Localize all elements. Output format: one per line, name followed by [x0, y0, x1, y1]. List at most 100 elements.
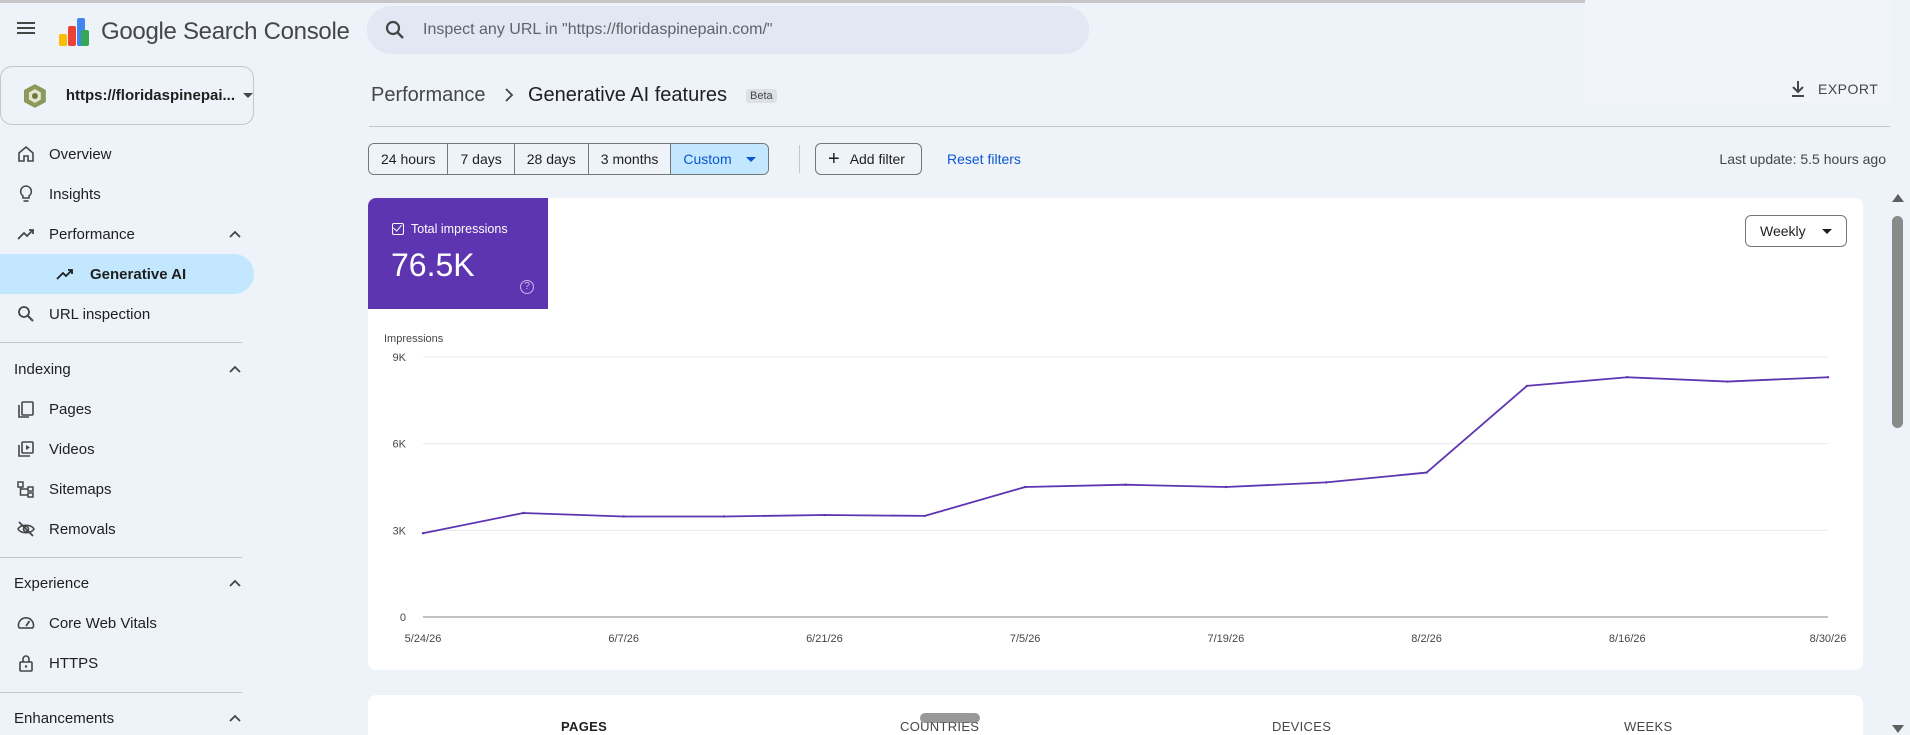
data-point [1726, 380, 1729, 383]
add-filter-button[interactable]: + Add filter [815, 143, 922, 175]
chevron-right-icon [505, 88, 514, 102]
search-icon [385, 20, 404, 39]
last-update-text: Last update: 5.5 hours ago [1719, 151, 1886, 167]
hamburger-menu-icon[interactable] [14, 19, 38, 43]
site-favicon [23, 83, 46, 108]
impressions-line-chart: Impressions 0 3K 6K 9K 5/24/26 6/7/26 6/21/26 7/… [384, 333, 1847, 645]
date-range-selector[interactable]: 24 hours 7 days 28 days 3 months Custom [368, 143, 769, 175]
data-point [622, 515, 625, 518]
data-point [522, 511, 525, 515]
vertical-scrollbar[interactable] [1889, 192, 1906, 735]
top-loading-line [0, 0, 1585, 3]
x-tick-label: 5/24/26 [405, 633, 442, 645]
reset-filters-link[interactable]: Reset filters [947, 151, 1021, 167]
range-custom[interactable]: Custom [671, 144, 768, 174]
search-icon [18, 306, 34, 322]
range-7-days[interactable]: 7 days [448, 144, 515, 174]
tab-devices[interactable]: DEVICES [1272, 719, 1331, 734]
page-title: Generative AI features [528, 84, 728, 106]
chevron-down-icon [243, 93, 253, 98]
trending-up-icon [17, 229, 34, 240]
chevron-up-icon [229, 714, 241, 722]
scrollbar-thumb[interactable] [1892, 216, 1903, 428]
data-point [1023, 485, 1027, 489]
sitemap-icon [17, 481, 34, 498]
total-impressions-metric[interactable]: Total impressions 76.5K ? [368, 198, 548, 309]
checkbox-icon[interactable] [392, 223, 404, 235]
x-tick-label: 7/19/26 [1208, 633, 1245, 645]
x-tick-label: 7/5/26 [1010, 633, 1041, 645]
sidebar-item-pages[interactable]: Pages [0, 389, 254, 429]
sidebar-section-enhancements[interactable]: Enhancements [0, 698, 254, 735]
beta-badge: Beta [746, 89, 777, 103]
tab-pages[interactable]: PAGES [561, 719, 607, 734]
range-24-hours[interactable]: 24 hours [369, 144, 449, 174]
home-icon [18, 145, 34, 162]
x-tick-label: 8/16/26 [1609, 633, 1646, 645]
data-point [1325, 481, 1328, 484]
granularity-dropdown[interactable]: Weekly [1745, 215, 1847, 247]
property-selector[interactable]: https://floridaspinepai... [0, 66, 254, 125]
url-inspect-search[interactable]: Inspect any URL in "https://floridaspine… [367, 6, 1089, 54]
sidebar-divider [0, 692, 242, 693]
chevron-down-icon [1822, 229, 1832, 234]
sidebar-item-sitemaps[interactable]: Sitemaps [0, 469, 254, 509]
range-3-months[interactable]: 3 months [588, 144, 672, 174]
y-axis-label: Impressions [384, 333, 444, 345]
sidebar-item-url-inspection[interactable]: URL inspection [0, 294, 254, 334]
data-point [1826, 376, 1830, 379]
video-library-icon [18, 441, 34, 457]
range-28-days[interactable]: 28 days [514, 144, 589, 174]
breadcrumb-performance[interactable]: Performance [371, 84, 486, 107]
sidebar-divider [0, 342, 242, 343]
lightbulb-icon [19, 185, 33, 202]
pages-icon [18, 401, 34, 418]
metric-value: 76.5K [391, 247, 475, 283]
impressions-series-line [422, 376, 1829, 535]
data-point [722, 515, 726, 518]
x-tick-label: 8/2/26 [1411, 633, 1442, 645]
sidebar-item-removals[interactable]: Removals [0, 509, 254, 549]
trending-up-icon [56, 269, 73, 280]
sidebar-divider [0, 557, 242, 558]
sidebar-section-indexing[interactable]: Indexing [0, 349, 254, 389]
sidebar-item-https[interactable]: HTTPS [0, 643, 254, 683]
data-point [923, 514, 926, 518]
x-tick-label: 6/7/26 [608, 633, 639, 645]
export-button[interactable]: EXPORT [1790, 80, 1878, 98]
sidebar-item-overview[interactable]: Overview [0, 134, 254, 174]
tab-weeks[interactable]: WEEKS [1624, 719, 1672, 734]
y-tick-label: 0 [400, 612, 406, 624]
chevron-down-icon [745, 156, 756, 162]
property-label: https://floridaspinepai... [65, 87, 235, 104]
metric-label: Total impressions [411, 222, 508, 236]
scroll-down-icon[interactable] [1892, 725, 1904, 733]
sidebar-item-generative-ai[interactable]: Generative AI [0, 254, 254, 294]
scroll-up-icon[interactable] [1892, 194, 1904, 202]
x-tick-label: 8/30/26 [1810, 633, 1847, 645]
data-point [823, 513, 826, 517]
chevron-up-icon [229, 230, 241, 238]
sidebar-section-experience[interactable]: Experience [0, 563, 254, 603]
sidebar-item-core-web-vitals[interactable]: Core Web Vitals [0, 603, 254, 643]
sidebar-item-performance[interactable]: Performance [0, 214, 254, 254]
data-point [1224, 485, 1228, 489]
x-tick-label: 6/21/26 [806, 633, 843, 645]
visibility-off-icon [17, 521, 35, 537]
sidebar-item-videos[interactable]: Videos [0, 429, 254, 469]
help-icon[interactable]: ? [520, 280, 534, 294]
data-point [1124, 483, 1127, 486]
y-tick-label: 3K [393, 525, 407, 537]
app-title: Google Search Console [101, 18, 350, 45]
y-tick-label: 6K [393, 439, 407, 451]
search-console-logo-icon [59, 18, 89, 46]
speed-icon [17, 617, 35, 629]
horizontal-scroll-indicator[interactable] [920, 713, 980, 723]
plus-icon: + [828, 148, 840, 170]
lock-icon [19, 655, 33, 672]
sidebar-item-insights[interactable]: Insights [0, 174, 254, 214]
data-point [421, 532, 425, 535]
search-input[interactable]: Inspect any URL in "https://floridaspine… [423, 21, 773, 39]
data-point [1425, 471, 1428, 474]
y-tick-label: 9K [393, 352, 407, 364]
